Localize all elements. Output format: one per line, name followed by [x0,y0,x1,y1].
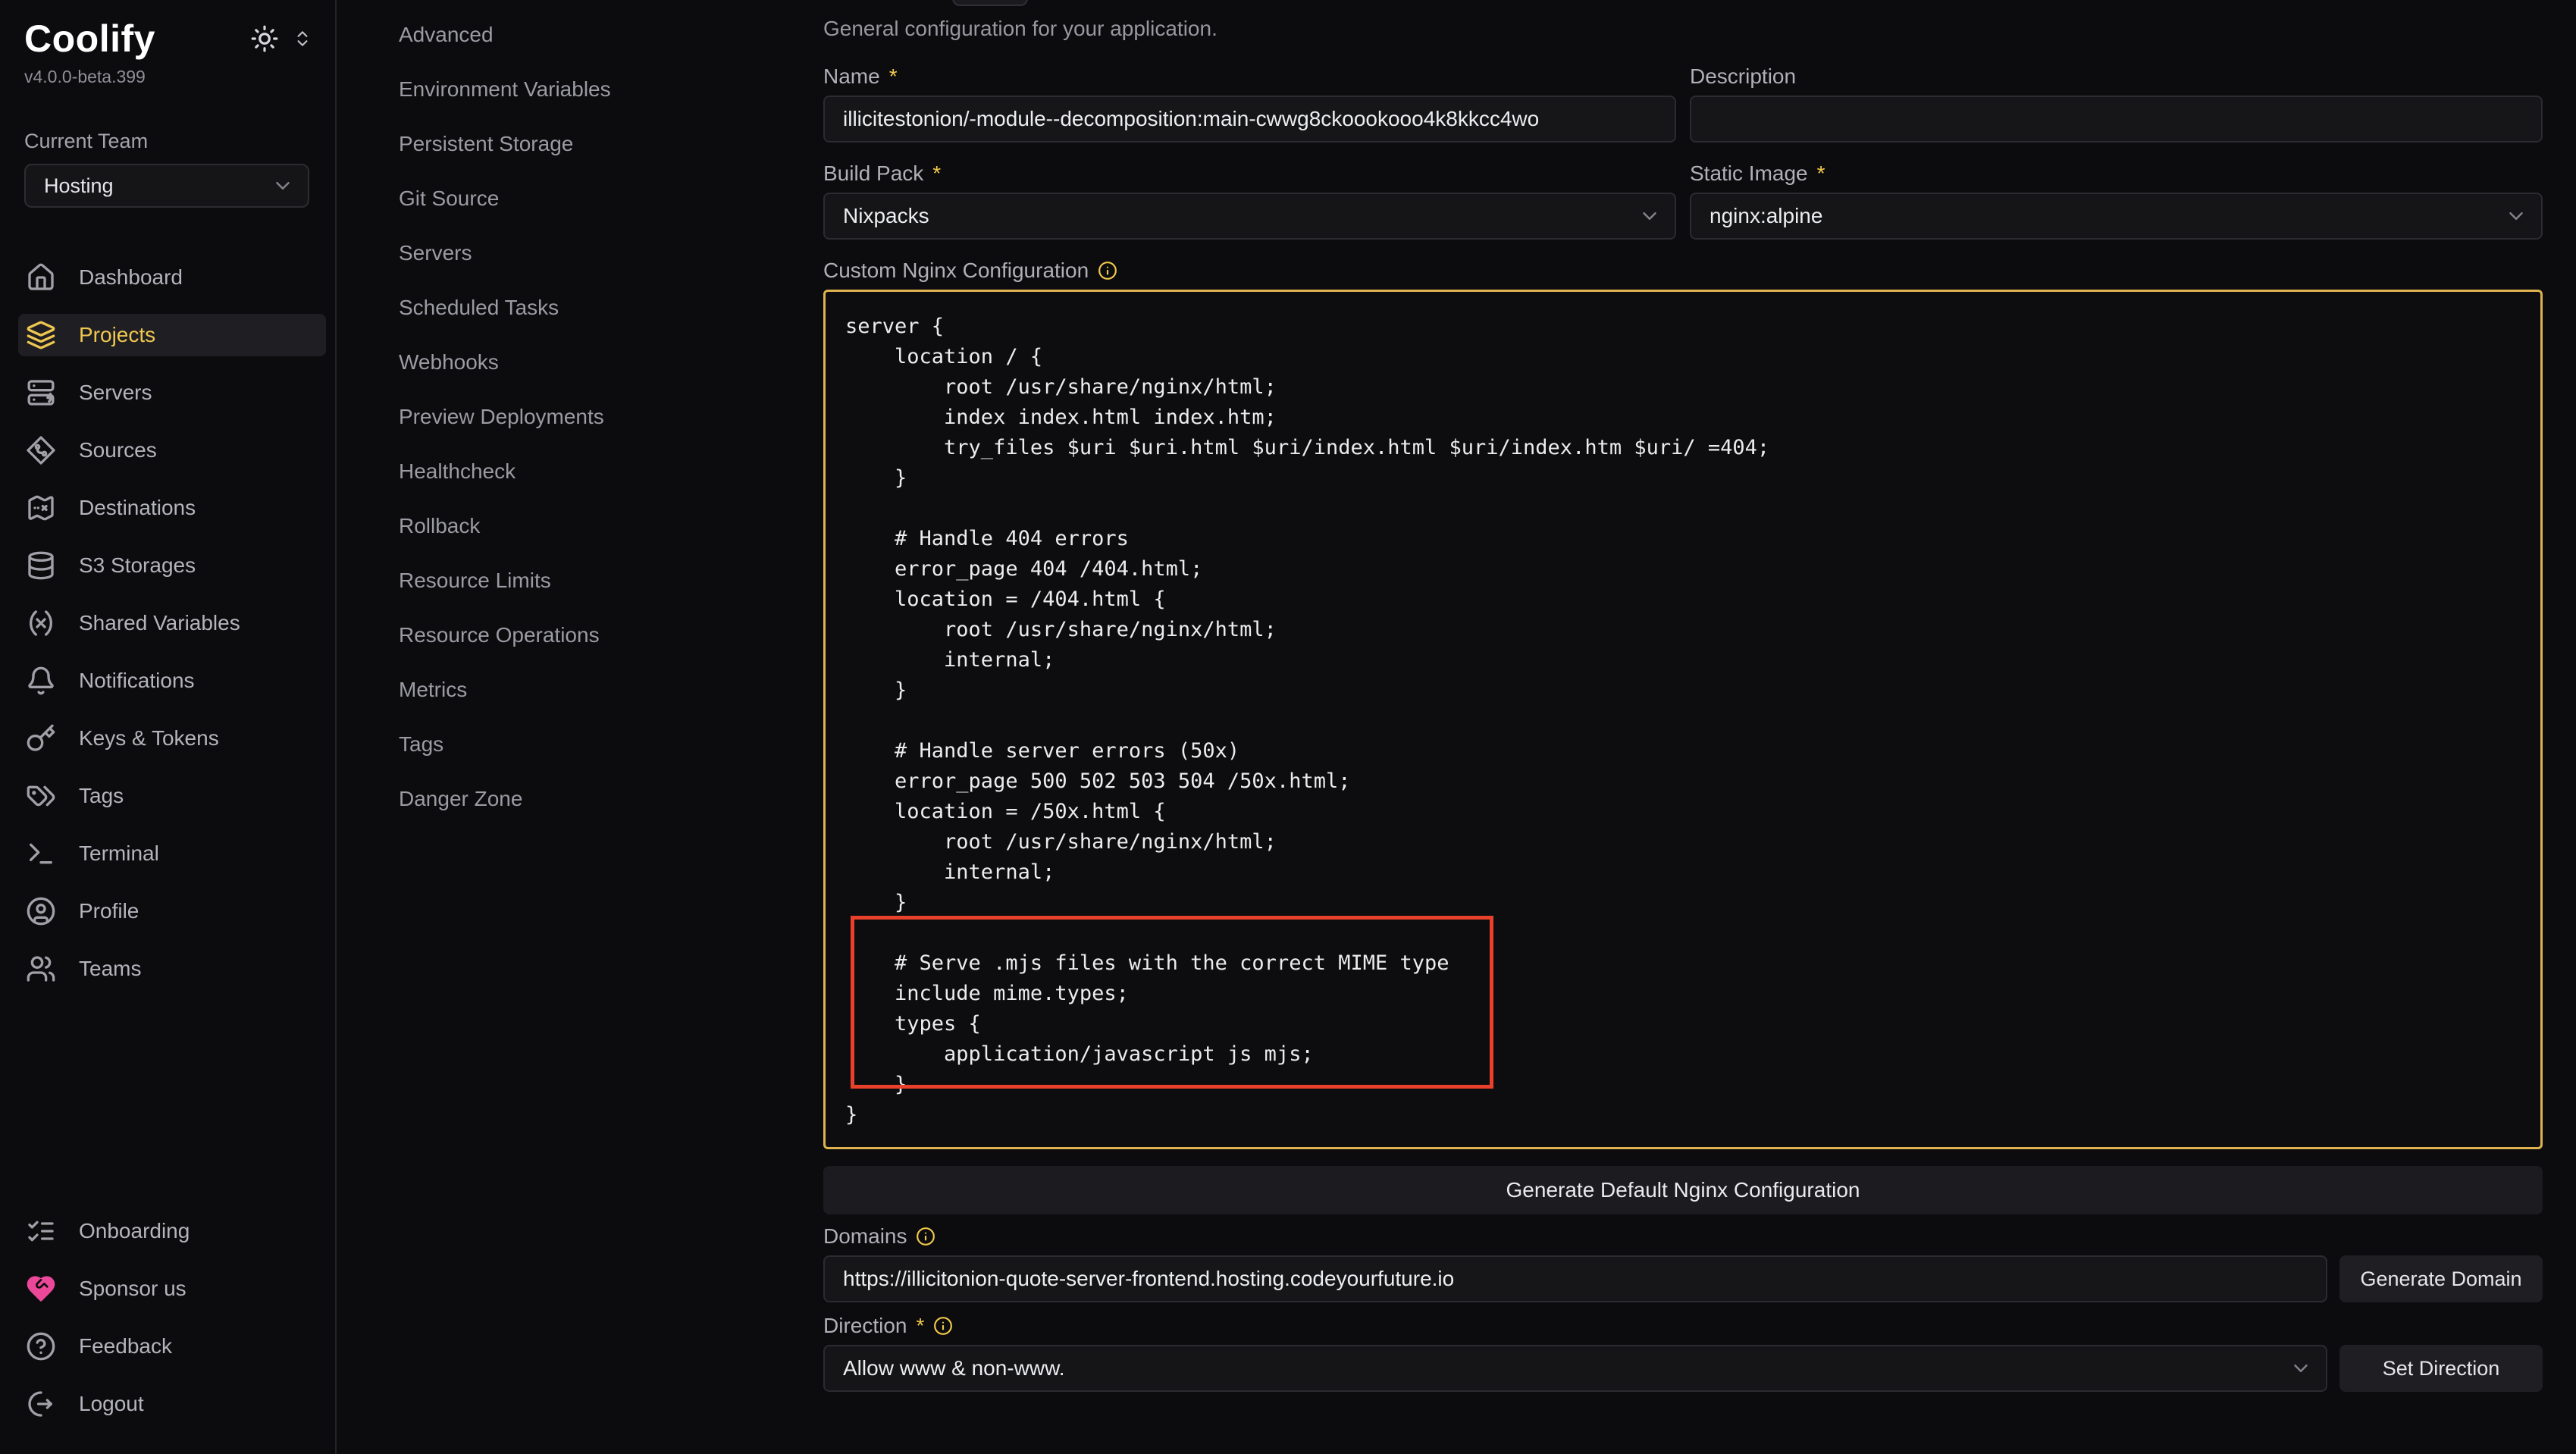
page-subtitle: General configuration for your applicati… [823,17,2543,41]
sidebar-footer: Onboarding Sponsor us Feedback Logout [0,1210,335,1440]
chevron-down-icon [1638,205,1661,227]
generate-default-nginx-button[interactable]: Generate Default Nginx Configuration [823,1166,2543,1214]
submenu-item-rollback[interactable]: Rollback [338,509,823,543]
submenu-item-resource-limits[interactable]: Resource Limits [338,564,823,597]
direction-select[interactable]: Allow www & non-www. [823,1345,2327,1392]
submenu-item-tags[interactable]: Tags [338,728,823,761]
info-icon[interactable] [916,1227,935,1246]
submenu-item-advanced[interactable]: Advanced [338,18,823,52]
sidebar-item-tags[interactable]: Tags [18,775,326,817]
sidebar-item-teams[interactable]: Teams [18,948,326,990]
clipped-top-button[interactable] [952,0,1028,6]
sidebar-item-profile[interactable]: Profile [18,890,326,932]
app-version: v4.0.0-beta.399 [0,67,335,87]
sidebar-item-servers[interactable]: Servers [18,371,326,414]
sidebar-item-logout[interactable]: Logout [18,1383,326,1425]
chevron-down-icon [2289,1357,2312,1380]
logout-icon [26,1389,56,1419]
sidebar: Coolify v4.0.0-beta.399 Current Team Hos… [0,0,337,1454]
team-select-value: Hosting [44,174,114,198]
heart-handshake-icon [26,1274,56,1304]
name-label: Name* [823,64,1676,89]
tags-icon [26,781,56,811]
sidebar-item-s3-storages[interactable]: S3 Storages [18,544,326,587]
submenu-item-danger-zone[interactable]: Danger Zone [338,782,823,816]
user-circle-icon [26,896,56,926]
submenu-item-webhooks[interactable]: Webhooks [338,346,823,379]
build-pack-select[interactable]: Nixpacks [823,193,1676,240]
submenu-item-resource-operations[interactable]: Resource Operations [338,619,823,652]
sidebar-item-notifications[interactable]: Notifications [18,660,326,702]
static-image-select[interactable]: nginx:alpine [1690,193,2543,240]
layers-icon [26,320,56,350]
bell-icon [26,666,56,696]
map-icon [26,493,56,523]
direction-label: Direction* [823,1313,2543,1339]
description-input[interactable] [1690,96,2543,143]
nginx-config-textarea[interactable]: server { location / { root /usr/share/ng… [823,290,2543,1149]
users-icon [26,954,56,984]
static-image-label: Static Image* [1690,161,2543,186]
key-icon [26,723,56,754]
general-settings-panel: General configuration for your applicati… [823,0,2543,1392]
build-pack-value: Nixpacks [843,204,929,228]
info-icon[interactable] [933,1316,953,1336]
nginx-config-label: Custom Nginx Configuration [823,258,2543,284]
sidebar-nav: Dashboard Projects Servers Sources Desti… [0,256,335,990]
chevron-down-icon [2505,205,2527,227]
static-image-value: nginx:alpine [1709,204,1822,228]
build-pack-label: Build Pack* [823,161,1676,186]
sidebar-item-destinations[interactable]: Destinations [18,487,326,529]
submenu-item-environment-variables[interactable]: Environment Variables [338,73,823,106]
submenu-item-metrics[interactable]: Metrics [338,673,823,707]
sidebar-item-sources[interactable]: Sources [18,429,326,472]
sidebar-item-sponsor-us[interactable]: Sponsor us [18,1268,326,1310]
direction-value: Allow www & non-www. [843,1356,1065,1380]
chevron-down-icon [271,174,294,197]
database-icon [26,550,56,581]
current-team-label: Current Team [0,130,335,153]
list-checks-icon [26,1216,56,1246]
generate-domain-button[interactable]: Generate Domain [2339,1255,2543,1302]
settings-submenu: Advanced Environment Variables Persisten… [338,0,823,837]
sidebar-item-terminal[interactable]: Terminal [18,832,326,875]
sidebar-item-dashboard[interactable]: Dashboard [18,256,326,299]
set-direction-button[interactable]: Set Direction [2339,1345,2543,1392]
sidebar-item-shared-variables[interactable]: Shared Variables [18,602,326,644]
submenu-item-servers[interactable]: Servers [338,237,823,270]
domains-label: Domains [823,1224,2543,1249]
server-icon [26,378,56,408]
sidebar-item-onboarding[interactable]: Onboarding [18,1210,326,1252]
terminal-icon [26,838,56,869]
submenu-item-preview-deployments[interactable]: Preview Deployments [338,400,823,434]
name-input[interactable] [823,96,1676,143]
sidebar-item-projects[interactable]: Projects [18,314,326,356]
submenu-item-healthcheck[interactable]: Healthcheck [338,455,823,488]
team-select[interactable]: Hosting [24,164,309,208]
sidebar-item-keys-tokens[interactable]: Keys & Tokens [18,717,326,760]
submenu-item-git-source[interactable]: Git Source [338,182,823,215]
description-label: Description [1690,64,2543,89]
domains-input[interactable] [823,1255,2327,1302]
git-diamond-icon [26,435,56,465]
help-circle-icon [26,1331,56,1362]
variable-icon [26,608,56,638]
info-icon[interactable] [1098,261,1117,280]
version-switcher-icon[interactable] [293,29,312,49]
app-logo: Coolify [24,17,155,61]
submenu-item-persistent-storage[interactable]: Persistent Storage [338,127,823,161]
submenu-item-scheduled-tasks[interactable]: Scheduled Tasks [338,291,823,324]
sidebar-item-feedback[interactable]: Feedback [18,1325,326,1368]
home-icon [26,262,56,293]
theme-toggle-sun-icon[interactable] [250,24,279,53]
